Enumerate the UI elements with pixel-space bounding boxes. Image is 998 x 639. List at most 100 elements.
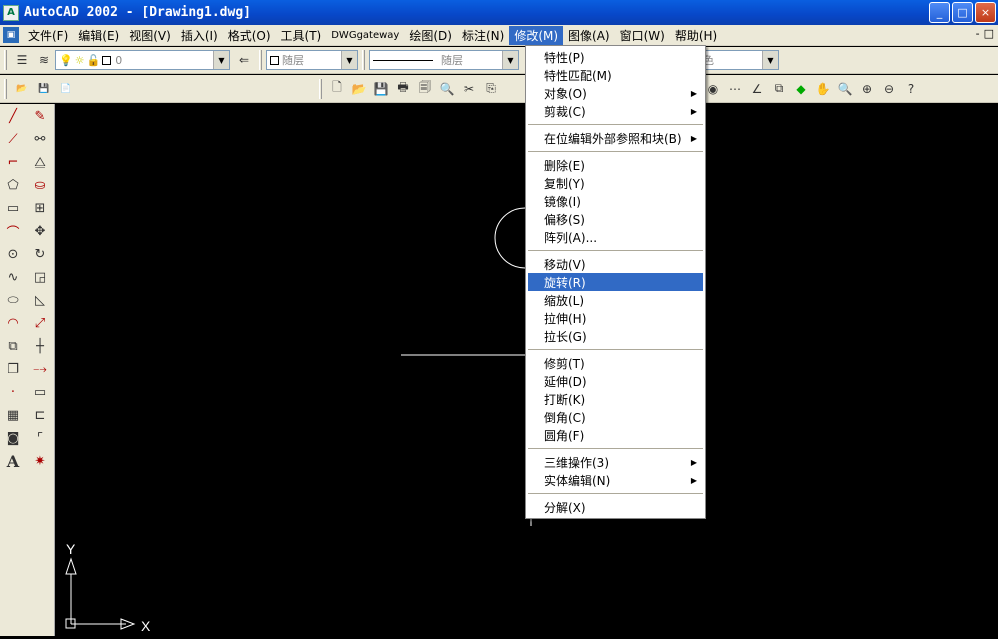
modify-menu-item[interactable]: 倒角(C): [526, 408, 705, 426]
maximize-button[interactable]: □: [952, 2, 973, 23]
erase-icon[interactable]: ✎: [29, 105, 51, 127]
menu-edit[interactable]: 编辑(E): [73, 26, 124, 45]
arc-icon[interactable]: ⌒: [2, 220, 24, 242]
modify-menu-item[interactable]: 特性匹配(M): [526, 66, 705, 84]
line-icon[interactable]: ╱: [2, 105, 24, 127]
menu-image[interactable]: 图像(A): [563, 26, 615, 45]
break-icon[interactable]: ▭: [29, 381, 51, 403]
modify-menu-item[interactable]: 旋转(R): [528, 273, 703, 291]
rectangle-icon[interactable]: ▭: [2, 197, 24, 219]
ellipse-arc-icon[interactable]: ◠: [2, 312, 24, 334]
modify-menu-item[interactable]: 缩放(L): [526, 291, 705, 309]
modify-menu-item[interactable]: 延伸(D): [526, 372, 705, 390]
cut-icon[interactable]: ✂: [459, 79, 479, 99]
help-icon[interactable]: ?: [901, 79, 921, 99]
linetype-dropdown[interactable]: 随层 ▼: [369, 50, 519, 70]
3d-orbit-icon[interactable]: ◆: [791, 79, 811, 99]
modify-menu-item[interactable]: 圆角(F): [526, 426, 705, 444]
offset-icon[interactable]: ⛀: [29, 174, 51, 196]
zoom-previous-icon[interactable]: ⊖: [879, 79, 899, 99]
trim-icon[interactable]: ┼: [29, 335, 51, 357]
lengthen-icon[interactable]: ⤢: [29, 312, 51, 334]
modify-menu-item[interactable]: 特性(P): [526, 48, 705, 66]
construction-line-icon[interactable]: ⟋: [2, 128, 24, 150]
text-icon[interactable]: A: [2, 450, 24, 472]
toolbar-grip[interactable]: [259, 50, 262, 70]
close-button[interactable]: ×: [975, 2, 996, 23]
layers-icon[interactable]: ☰: [12, 50, 32, 70]
autocad-app-icon[interactable]: A: [3, 4, 19, 21]
chamfer-icon[interactable]: ⊏: [29, 404, 51, 426]
print-preview-icon[interactable]: 🗐: [415, 79, 435, 99]
layer-previous-icon[interactable]: ≋: [34, 50, 54, 70]
copy-clip-icon[interactable]: ⎘: [481, 79, 501, 99]
fillet-icon[interactable]: ⌜: [29, 427, 51, 449]
modify-menu-item[interactable]: 偏移(S): [526, 210, 705, 228]
modify-menu-item[interactable]: 阵列(A)...: [526, 228, 705, 246]
modify-menu-item[interactable]: 删除(E): [526, 156, 705, 174]
mdi-restore-button[interactable]: □: [984, 27, 994, 40]
toolbar-grip[interactable]: [4, 78, 7, 99]
modify-menu-item[interactable]: 在位编辑外部参照和块(B) ▶: [526, 129, 705, 147]
copy-icon[interactable]: ⚯: [29, 128, 51, 150]
menu-file[interactable]: 文件(F): [23, 26, 73, 45]
menu-modify[interactable]: 修改(M): [509, 25, 564, 45]
modify-menu-item[interactable]: 拉伸(H): [526, 309, 705, 327]
open-file-icon[interactable]: 📂: [349, 79, 369, 99]
ucs-icon[interactable]: ⋯: [725, 79, 745, 99]
insert-block-icon[interactable]: ⧉: [2, 335, 24, 357]
stretch-icon[interactable]: ◺: [29, 289, 51, 311]
document-icon[interactable]: ▣: [3, 27, 19, 43]
color-dropdown[interactable]: 随层 ▼: [266, 50, 358, 70]
menu-view[interactable]: 视图(V): [124, 26, 176, 45]
toolbar-grip[interactable]: [319, 78, 322, 99]
dwg-open-icon[interactable]: 📂: [12, 79, 32, 99]
point-icon[interactable]: ·: [2, 381, 24, 403]
array-icon[interactable]: ⊞: [29, 197, 51, 219]
modify-menu-item[interactable]: 对象(O) ▶: [526, 84, 705, 102]
drawn-arc[interactable]: [494, 207, 526, 269]
make-object-layer-current-icon[interactable]: ⇐: [234, 50, 254, 70]
move-icon[interactable]: ✥: [29, 220, 51, 242]
modify-menu-item[interactable]: 修剪(T): [526, 354, 705, 372]
menu-draw[interactable]: 绘图(D): [404, 26, 457, 45]
modify-menu-item[interactable]: 打断(K): [526, 390, 705, 408]
toolbar-grip[interactable]: [4, 50, 7, 70]
today-icon[interactable]: ◉: [703, 79, 723, 99]
layer-dropdown[interactable]: 💡 ☼ 🔓 0 ▼: [55, 50, 230, 70]
minimize-button[interactable]: _: [929, 2, 950, 23]
make-block-icon[interactable]: ❐: [2, 358, 24, 380]
menu-tools[interactable]: 工具(T): [276, 26, 327, 45]
explode-icon[interactable]: ✷: [29, 450, 51, 472]
circle-icon[interactable]: ⊙: [2, 243, 24, 265]
dwg-save-icon[interactable]: 💾: [34, 79, 54, 99]
spelling-icon[interactable]: 🔍: [437, 79, 457, 99]
zoom-window-icon[interactable]: ⊕: [857, 79, 877, 99]
menu-dwggateway[interactable]: DWGgateway: [326, 26, 404, 45]
menu-format[interactable]: 格式(O): [223, 26, 276, 45]
named-views-icon[interactable]: ⧉: [769, 79, 789, 99]
save-icon[interactable]: 💾: [371, 79, 391, 99]
scale-icon[interactable]: ◲: [29, 266, 51, 288]
new-file-icon[interactable]: 🗋: [327, 79, 347, 99]
zoom-realtime-icon[interactable]: 🔍: [835, 79, 855, 99]
dwg-export-icon[interactable]: 📄: [56, 79, 76, 99]
menu-window[interactable]: 窗口(W): [615, 26, 670, 45]
distance-icon[interactable]: ∠: [747, 79, 767, 99]
modify-menu-item[interactable]: 镜像(I): [526, 192, 705, 210]
rotate-icon[interactable]: ↻: [29, 243, 51, 265]
polygon-icon[interactable]: ⬠: [2, 174, 24, 196]
modify-menu-item[interactable]: 三维操作(3) ▶: [526, 453, 705, 471]
mdi-minimize-button[interactable]: -: [976, 27, 980, 40]
pan-realtime-icon[interactable]: ✋: [813, 79, 833, 99]
modify-menu-item[interactable]: 移动(V): [526, 255, 705, 273]
menu-help[interactable]: 帮助(H): [670, 26, 722, 45]
spline-icon[interactable]: ∿: [2, 266, 24, 288]
ellipse-icon[interactable]: ⬭: [2, 289, 24, 311]
polyline-icon[interactable]: ⌐: [2, 151, 24, 173]
region-icon[interactable]: ◙: [2, 427, 24, 449]
modify-menu-item[interactable]: 实体编辑(N) ▶: [526, 471, 705, 489]
modify-menu-item[interactable]: 分解(X): [526, 498, 705, 516]
extend-icon[interactable]: ⤍: [29, 358, 51, 380]
modify-menu-item[interactable]: 拉长(G): [526, 327, 705, 345]
